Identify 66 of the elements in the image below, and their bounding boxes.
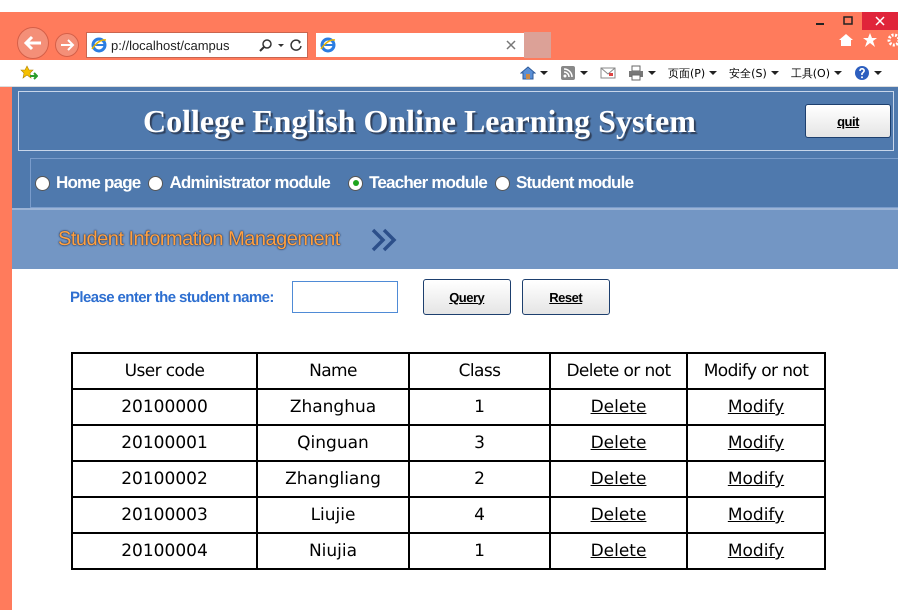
dropdown-icon[interactable] bbox=[709, 69, 718, 77]
back-icon[interactable] bbox=[16, 26, 50, 60]
menu-item[interactable]: 页面(P) bbox=[668, 66, 706, 80]
search-action-button[interactable]: Reset bbox=[522, 279, 610, 315]
dropdown-icon[interactable] bbox=[540, 69, 548, 77]
forward-icon[interactable] bbox=[54, 32, 80, 58]
table-cell: 4 bbox=[409, 497, 550, 533]
radio-button[interactable] bbox=[348, 176, 364, 190]
table-cell: 2 bbox=[409, 461, 550, 497]
student-name-field[interactable] bbox=[292, 281, 398, 313]
table-cell: Zhanghua bbox=[257, 389, 409, 425]
favorites-icon[interactable] bbox=[20, 65, 38, 81]
radio-button[interactable] bbox=[35, 176, 50, 190]
home-icon[interactable] bbox=[520, 65, 536, 81]
radio-button[interactable] bbox=[494, 176, 510, 190]
dropdown-icon[interactable] bbox=[648, 69, 656, 77]
browser-logo-icon bbox=[91, 37, 107, 53]
close-icon[interactable] bbox=[506, 40, 516, 50]
table-cell: 1 bbox=[409, 389, 550, 425]
radio-button[interactable] bbox=[148, 176, 164, 190]
column-header: Modify or not bbox=[687, 353, 825, 389]
column-header: Name bbox=[257, 353, 409, 389]
quit-button[interactable]: quit bbox=[805, 104, 891, 138]
table-cell: 3 bbox=[409, 425, 550, 461]
dropdown-icon[interactable] bbox=[770, 69, 779, 77]
table-cell: 20100001 bbox=[72, 425, 257, 461]
address-bar[interactable]: p://localhost/campus bbox=[86, 32, 308, 58]
dropdown-icon[interactable] bbox=[874, 69, 882, 77]
table-cell: 20100004 bbox=[72, 533, 257, 569]
table-cell: 20100000 bbox=[72, 389, 257, 425]
printer-icon[interactable] bbox=[628, 65, 644, 81]
table-cell: 20100003 bbox=[72, 497, 257, 533]
dropdown-icon[interactable] bbox=[580, 69, 588, 77]
module-label[interactable]: Administrator module bbox=[169, 173, 330, 193]
module-label[interactable]: Home page bbox=[56, 173, 140, 193]
search-action-button[interactable]: Query bbox=[422, 279, 511, 315]
search-label: Please enter the student name: bbox=[70, 288, 274, 306]
star-icon[interactable] bbox=[862, 32, 878, 48]
maximize-icon[interactable] bbox=[843, 16, 853, 26]
module-label[interactable]: Teacher module bbox=[369, 173, 487, 193]
table-cell: 1 bbox=[409, 533, 550, 569]
search-icon[interactable] bbox=[259, 38, 273, 52]
browser-tab[interactable] bbox=[316, 33, 524, 57]
table-cell: Liujie bbox=[257, 497, 409, 533]
mail-icon[interactable] bbox=[600, 65, 616, 81]
close-button[interactable] bbox=[862, 12, 898, 30]
module-label[interactable]: Student module bbox=[516, 173, 634, 193]
dropdown-icon[interactable] bbox=[834, 69, 842, 77]
menu-item[interactable]: 工具(O) bbox=[790, 66, 830, 80]
browser-logo-icon bbox=[320, 37, 336, 53]
address-text: p://localhost/campus bbox=[111, 38, 231, 52]
site-title: College English Online Learning System bbox=[143, 102, 696, 140]
column-header: Class bbox=[409, 353, 550, 389]
help-icon[interactable] bbox=[854, 65, 870, 81]
column-header: User code bbox=[72, 353, 257, 389]
double-chevron-icon bbox=[370, 226, 398, 252]
settings-icon[interactable] bbox=[886, 32, 898, 48]
table-cell: Zhangliang bbox=[257, 461, 409, 497]
table-cell: 20100002 bbox=[72, 461, 257, 497]
close-icon bbox=[875, 16, 885, 26]
menu-item[interactable]: 安全(S) bbox=[729, 66, 767, 80]
section-title: Student Information Management bbox=[58, 228, 340, 251]
table-cell: Niujia bbox=[257, 533, 409, 569]
table-cell: Qinguan bbox=[257, 425, 409, 461]
refresh-icon[interactable] bbox=[289, 38, 303, 52]
column-header: Delete or not bbox=[550, 353, 687, 389]
